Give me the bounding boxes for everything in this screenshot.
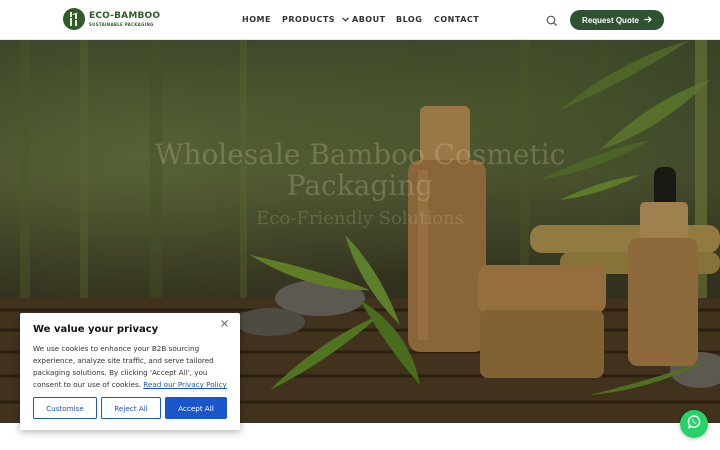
reject-all-button[interactable]: Reject All [101, 397, 161, 419]
cookie-consent-banner: We value your privacy We use cookies to … [20, 313, 240, 430]
brand-tagline: SUSTAINABLE PACKAGING [89, 21, 154, 27]
whatsapp-icon [686, 414, 702, 434]
cookie-title: We value your privacy [33, 324, 159, 335]
bamboo-logo-icon [63, 8, 85, 30]
arrow-right-icon [644, 15, 652, 25]
search-icon[interactable] [545, 13, 559, 27]
customise-button[interactable]: Customise [33, 397, 97, 419]
chevron-down-icon [342, 15, 350, 24]
request-quote-label: Request Quote [582, 15, 639, 25]
whatsapp-button[interactable] [680, 410, 708, 438]
hero-subtitle: Eco-Friendly Solutions [256, 208, 464, 229]
hero-title: Wholesale Bamboo Cosmetic Packaging [154, 138, 566, 202]
nav-home[interactable]: HOME [242, 15, 271, 24]
cookie-actions: Customise Reject All Accept All [33, 397, 227, 419]
site-header: ECO-BAMBOO SUSTAINABLE PACKAGING HOME PR… [0, 0, 720, 40]
accept-all-button[interactable]: Accept All [165, 397, 227, 419]
brand-name: ECO-BAMBOO [89, 10, 161, 21]
cookie-text: We use cookies to enhance your B2B sourc… [33, 343, 227, 391]
nav-about[interactable]: ABOUT [352, 15, 386, 24]
request-quote-button[interactable]: Request Quote [570, 10, 664, 30]
privacy-policy-link[interactable]: Read our Privacy Policy [143, 380, 227, 389]
nav-contact[interactable]: CONTACT [434, 15, 479, 24]
nav-products-label: PRODUCTS [282, 15, 336, 24]
close-icon[interactable] [218, 319, 230, 331]
nav-blog[interactable]: BLOG [396, 15, 422, 24]
logo[interactable]: ECO-BAMBOO SUSTAINABLE PACKAGING [63, 8, 160, 30]
nav-products[interactable]: PRODUCTS [282, 15, 350, 24]
